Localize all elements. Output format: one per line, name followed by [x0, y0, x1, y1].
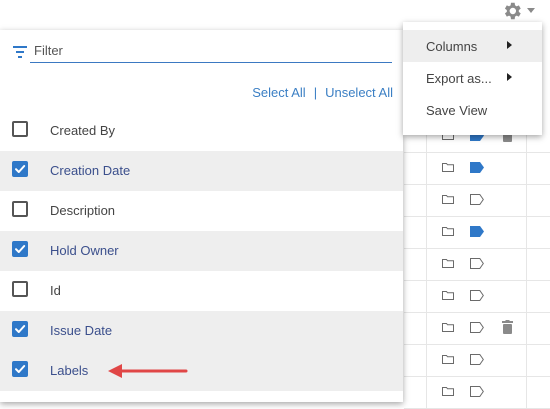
folder-icon[interactable] — [442, 163, 454, 172]
unselect-all-link[interactable]: Unselect All — [325, 85, 393, 100]
divider — [426, 312, 427, 344]
folder-icon[interactable] — [442, 227, 454, 236]
divider — [426, 184, 427, 216]
checkbox-checked[interactable] — [12, 361, 28, 377]
columns-panel: Select All | Unselect All Created By Creati… — [0, 30, 403, 402]
checkbox-unchecked[interactable] — [12, 281, 28, 297]
menu-item-label: Save View — [426, 103, 488, 118]
filter-icon — [13, 46, 27, 58]
column-option-label: Creation Date — [50, 163, 131, 178]
chevron-right-icon — [507, 41, 512, 49]
menu-item-label: Export as... — [426, 71, 492, 86]
filter-input[interactable] — [30, 39, 392, 63]
divider — [526, 344, 527, 376]
table-row — [404, 376, 550, 409]
chevron-right-icon — [507, 73, 512, 81]
checkmark-icon — [15, 365, 26, 373]
checkbox-checked[interactable] — [12, 241, 28, 257]
column-option[interactable]: Labels — [0, 351, 403, 391]
column-option[interactable]: Created By — [0, 111, 403, 151]
column-option[interactable]: Creation Date — [0, 151, 403, 191]
column-list: Created By Creation Date Description Hold O… — [0, 111, 403, 391]
checkmark-icon — [15, 165, 26, 173]
divider — [426, 280, 427, 312]
divider — [426, 344, 427, 376]
divider — [426, 248, 427, 280]
folder-icon[interactable] — [442, 387, 454, 396]
menu-item[interactable]: Export as... — [403, 62, 542, 94]
gear-icon[interactable] — [500, 0, 524, 22]
label-outline-icon[interactable] — [470, 386, 484, 397]
column-option-label: Hold Owner — [50, 243, 119, 258]
divider — [526, 216, 527, 248]
checkbox-checked[interactable] — [12, 161, 28, 177]
table-row — [404, 184, 550, 217]
column-option[interactable]: Description — [0, 191, 403, 231]
folder-icon[interactable] — [442, 291, 454, 300]
label-outline-icon[interactable] — [470, 258, 484, 269]
checkbox-unchecked[interactable] — [12, 201, 28, 217]
divider — [526, 152, 527, 184]
table-row — [404, 248, 550, 281]
annotation-arrow-icon — [108, 364, 188, 378]
divider — [526, 376, 527, 408]
folder-icon[interactable] — [442, 195, 454, 204]
label-icon[interactable] — [470, 162, 484, 173]
column-option[interactable]: Hold Owner — [0, 231, 403, 271]
divider — [526, 184, 527, 216]
folder-icon[interactable] — [442, 259, 454, 268]
checkmark-icon — [15, 245, 26, 253]
table-row — [404, 152, 550, 185]
menu-item[interactable]: Save View — [403, 94, 542, 126]
label-outline-icon[interactable] — [470, 354, 484, 365]
menu-item[interactable]: Columns — [403, 30, 542, 62]
checkmark-icon — [15, 325, 26, 333]
column-option-label: Description — [50, 203, 116, 218]
table-row — [404, 280, 550, 313]
menu-item-label: Columns — [426, 39, 478, 54]
table-row — [404, 344, 550, 377]
link-separator: | — [313, 85, 318, 100]
filter-row — [0, 30, 403, 70]
checkbox-checked[interactable] — [12, 321, 28, 337]
table-row — [404, 312, 550, 345]
table-row — [404, 216, 550, 249]
chevron-down-icon[interactable] — [527, 8, 535, 13]
divider — [526, 312, 527, 344]
column-option-label: Id — [50, 283, 61, 298]
select-all-link[interactable]: Select All — [252, 85, 305, 100]
folder-icon[interactable] — [442, 355, 454, 364]
checkbox-unchecked[interactable] — [12, 121, 28, 137]
folder-icon[interactable] — [442, 323, 454, 332]
label-outline-icon[interactable] — [470, 290, 484, 301]
trash-icon[interactable] — [502, 320, 513, 334]
column-option[interactable]: Issue Date — [0, 311, 403, 351]
label-outline-icon[interactable] — [470, 194, 484, 205]
column-option-label: Created By — [50, 123, 116, 138]
select-links: Select All | Unselect All — [252, 85, 393, 100]
divider — [426, 216, 427, 248]
column-option-label: Issue Date — [50, 323, 113, 338]
column-option[interactable]: Id — [0, 271, 403, 311]
divider — [526, 248, 527, 280]
divider — [426, 152, 427, 184]
column-option-label: Labels — [50, 363, 89, 378]
settings-menu: Columns Export as... Save View — [403, 22, 542, 135]
divider — [426, 376, 427, 408]
label-icon[interactable] — [470, 226, 484, 237]
divider — [526, 280, 527, 312]
label-outline-icon[interactable] — [470, 322, 484, 333]
